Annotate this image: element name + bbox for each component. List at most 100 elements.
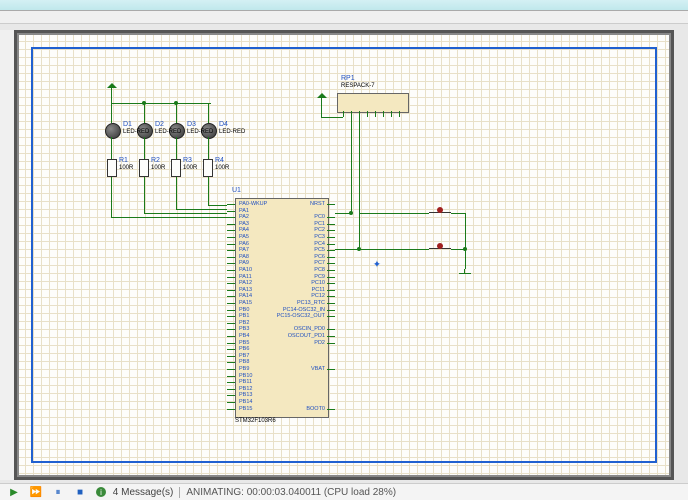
wire [343, 111, 344, 117]
messages-indicator[interactable]: i 4 Message(s) [96, 487, 173, 498]
wire [351, 117, 352, 213]
ic-pin-label: PB5 [239, 340, 249, 346]
wire [111, 103, 211, 104]
ic-pin-label: PA6 [239, 241, 249, 247]
pin-stub [327, 290, 335, 291]
wire [208, 137, 209, 159]
pin-stub [227, 376, 235, 377]
pause-button[interactable]: ⏸ [50, 485, 66, 499]
ground-icon [459, 269, 471, 277]
vcc-icon [317, 93, 327, 101]
pin-stub [227, 323, 235, 324]
push-button[interactable] [429, 245, 451, 255]
ic-pin-label: PA12 [239, 280, 252, 286]
respack [337, 93, 409, 113]
pin-stub [327, 270, 335, 271]
pin-stub [227, 356, 235, 357]
ic-pin-label: PC14-OSC32_IN [265, 307, 325, 313]
ic-pin-label: OSCIN_PD0 [265, 326, 325, 332]
ic-pin-label: PD2 [265, 340, 325, 346]
pin-stub [227, 250, 235, 251]
pin-stub [227, 310, 235, 311]
pin-stub [327, 244, 335, 245]
pin-stub [327, 310, 335, 311]
resistor-r3 [171, 159, 181, 177]
wire [144, 137, 145, 159]
led-val: LED-RED [187, 129, 213, 135]
pin-stub [227, 204, 235, 205]
ic-pin-label: PC5 [265, 247, 325, 253]
ic-pin-label: PB12 [239, 386, 252, 392]
wire [111, 103, 112, 123]
pin-stub [327, 230, 335, 231]
schematic-canvas[interactable]: D1 LED-RED D2 LED-RED D3 LED-RED D4 LED-… [14, 30, 674, 480]
ic-pin-label: VBAT [265, 366, 325, 372]
ic-pin-label: PC2 [265, 227, 325, 233]
schematic: D1 LED-RED D2 LED-RED D3 LED-RED D4 LED-… [17, 33, 671, 477]
ic-pin-label: PA2 [239, 214, 249, 220]
pin-stub [227, 369, 235, 370]
respack-val: RESPACK-7 [341, 83, 375, 89]
ic-pin-label: OSCOUT_PD1 [265, 333, 325, 339]
resistor-r1 [107, 159, 117, 177]
res-val: 100R [183, 165, 197, 171]
led-d1 [105, 123, 121, 139]
wire [335, 249, 359, 250]
pin-stub [327, 336, 335, 337]
wire [359, 213, 429, 214]
wire [321, 117, 343, 118]
ic-pin-label: PB14 [239, 399, 252, 405]
respack-ref: RP1 [341, 75, 355, 82]
ic-pin-label: PA5 [239, 234, 249, 240]
ic-pin-label: PB6 [239, 346, 249, 352]
pin-stub [327, 316, 335, 317]
wire [144, 177, 145, 213]
res-ref: R2 [151, 157, 160, 164]
wire [359, 249, 429, 250]
pin-stub [327, 237, 335, 238]
wire [375, 111, 376, 117]
led-val: LED-RED [123, 129, 149, 135]
play-button[interactable]: ▶ [6, 485, 22, 499]
messages-text: 4 Message(s) [113, 487, 174, 498]
pin-stub [327, 283, 335, 284]
ic-pin-label: PB11 [239, 379, 252, 385]
wire [111, 91, 112, 103]
ic-pin-label: PC10 [265, 280, 325, 286]
junction [463, 247, 467, 251]
pin-stub [227, 316, 235, 317]
wire [208, 103, 209, 123]
res-val: 100R [119, 165, 133, 171]
pin-stub [327, 277, 335, 278]
wire [111, 177, 112, 217]
ic-pin-label: PA14 [239, 293, 252, 299]
pin-stub [227, 329, 235, 330]
res-ref: R1 [119, 157, 128, 164]
junction [357, 247, 361, 251]
ic-pin-label: PB3 [239, 326, 249, 332]
pin-stub [227, 395, 235, 396]
step-button[interactable]: ⏩ [28, 485, 44, 499]
ic-pin-label: PC3 [265, 234, 325, 240]
ic-pin-label: PC0 [265, 214, 325, 220]
resistor-r4 [203, 159, 213, 177]
led-val: LED-RED [219, 129, 245, 135]
wire [367, 111, 368, 117]
resistor-r2 [139, 159, 149, 177]
wire [399, 111, 400, 117]
ic-pin-label: PC15-OSC32_OUT [265, 313, 325, 319]
wire [451, 213, 465, 214]
pin-stub [327, 303, 335, 304]
ic-pin-label: PA8 [239, 254, 249, 260]
ic-pin-label: PB7 [239, 353, 249, 359]
wire [176, 137, 177, 159]
ic-pin-label: PB0 [239, 307, 249, 313]
stop-button[interactable]: ■ [72, 485, 88, 499]
push-button[interactable] [429, 209, 451, 219]
ic-pin-label: PB13 [239, 392, 252, 398]
pin-stub [227, 336, 235, 337]
res-ref: R3 [183, 157, 192, 164]
pin-stub [227, 343, 235, 344]
ic-pin-label: PB8 [239, 359, 249, 365]
ic-pin-label: PA4 [239, 227, 249, 233]
